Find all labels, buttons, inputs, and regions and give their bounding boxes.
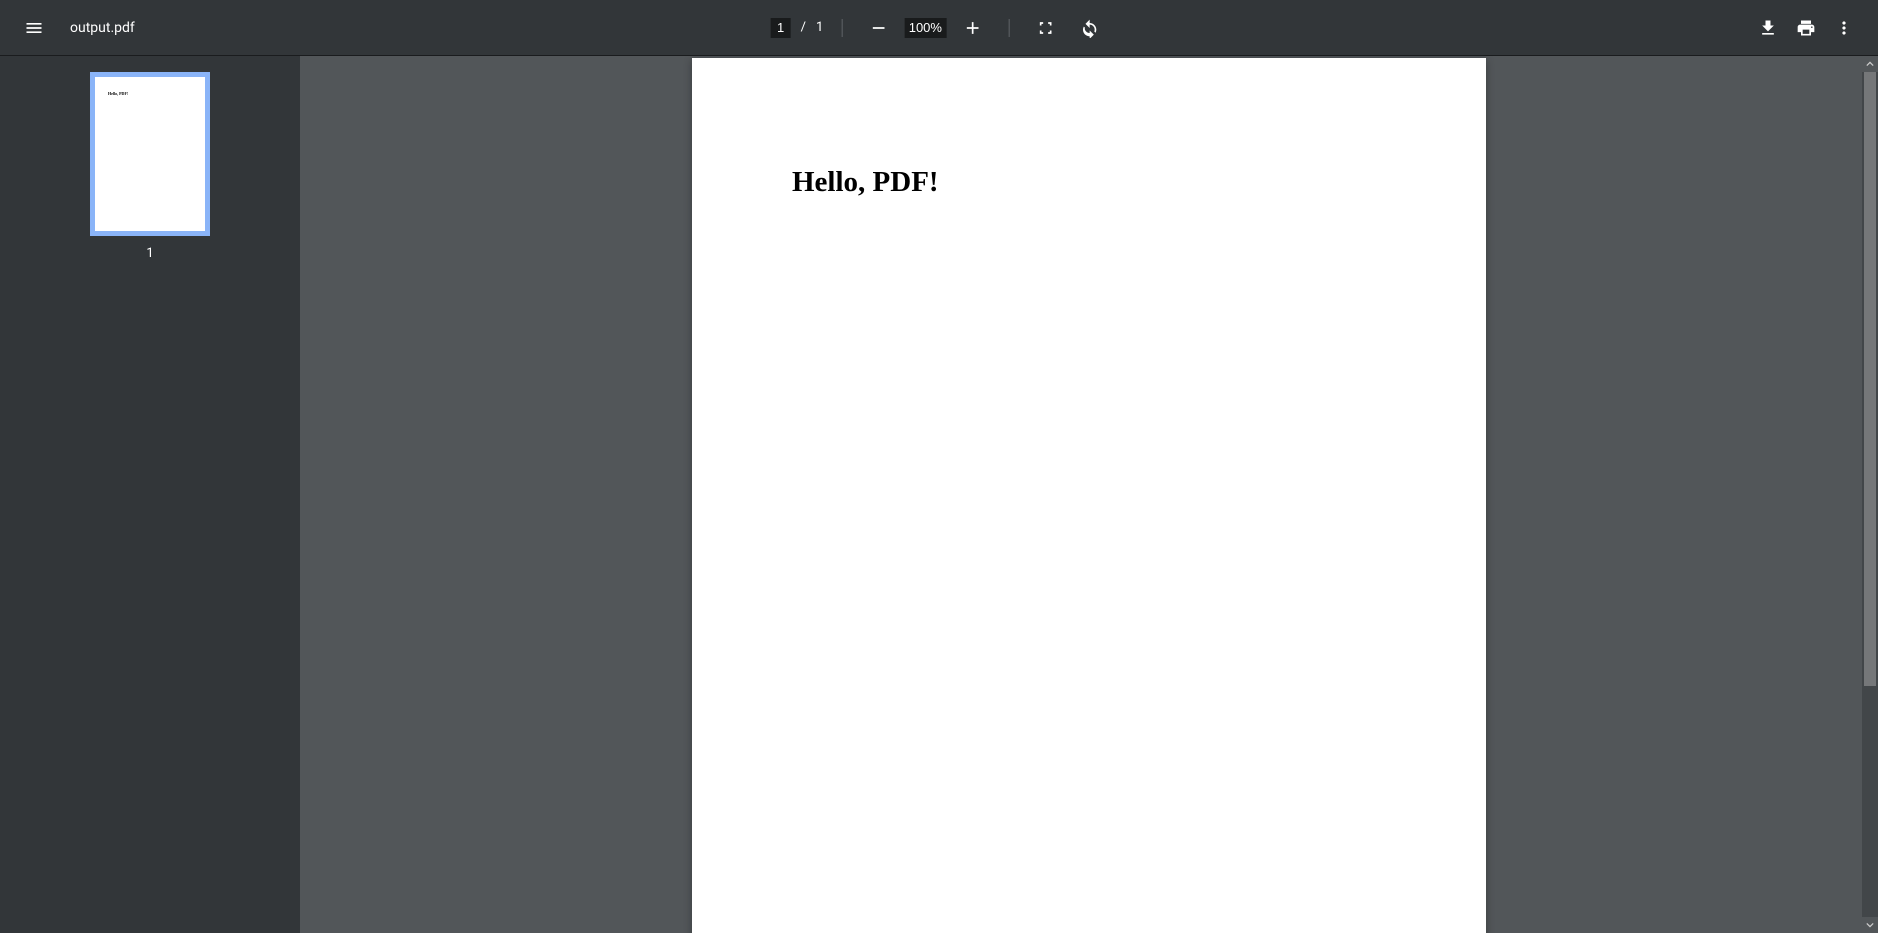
thumbnail-number: 1 bbox=[146, 246, 153, 261]
toolbar-center: / 1 bbox=[771, 10, 1108, 46]
more-options-button[interactable] bbox=[1826, 10, 1862, 46]
vertical-scrollbar[interactable] bbox=[1862, 56, 1878, 933]
thumbnail-preview: Hello, PDF! bbox=[90, 72, 210, 236]
zoom-in-button[interactable] bbox=[954, 10, 990, 46]
more-vert-icon bbox=[1834, 18, 1854, 38]
page-total-label: 1 bbox=[816, 20, 823, 35]
minus-icon bbox=[868, 18, 888, 38]
toolbar-left: output.pdf bbox=[16, 10, 135, 46]
page-text-content: Hello, PDF! bbox=[792, 166, 939, 199]
rotate-icon bbox=[1079, 18, 1099, 38]
pdf-page: Hello, PDF! bbox=[692, 58, 1486, 933]
thumbnail-preview-text: Hello, PDF! bbox=[108, 91, 128, 96]
download-button[interactable] bbox=[1750, 10, 1786, 46]
page-separator: / bbox=[801, 20, 806, 35]
fit-page-button[interactable] bbox=[1027, 10, 1063, 46]
pdf-toolbar: output.pdf / 1 bbox=[0, 0, 1878, 56]
print-icon bbox=[1796, 18, 1816, 38]
chevron-up-icon bbox=[1866, 60, 1874, 68]
filename-label: output.pdf bbox=[70, 20, 135, 36]
scrollbar-thumb[interactable] bbox=[1864, 72, 1876, 686]
toolbar-divider bbox=[841, 19, 842, 37]
content-area: Hello, PDF! 1 Hello, PDF! bbox=[0, 56, 1878, 933]
menu-button[interactable] bbox=[16, 10, 52, 46]
print-button[interactable] bbox=[1788, 10, 1824, 46]
chevron-down-icon bbox=[1866, 921, 1874, 929]
page-number-input[interactable] bbox=[771, 18, 791, 38]
toolbar-divider bbox=[1008, 19, 1009, 37]
scroll-down-button[interactable] bbox=[1862, 917, 1878, 933]
download-icon bbox=[1758, 18, 1778, 38]
hamburger-icon bbox=[24, 18, 44, 38]
rotate-button[interactable] bbox=[1071, 10, 1107, 46]
zoom-out-button[interactable] bbox=[860, 10, 896, 46]
thumbnail-item[interactable]: Hello, PDF! 1 bbox=[90, 72, 210, 261]
thumbnail-sidebar: Hello, PDF! 1 bbox=[0, 56, 300, 933]
scroll-up-button[interactable] bbox=[1862, 56, 1878, 72]
zoom-level-input[interactable] bbox=[904, 18, 946, 38]
toolbar-right bbox=[1750, 10, 1862, 46]
main-viewer[interactable]: Hello, PDF! bbox=[300, 56, 1878, 933]
plus-icon bbox=[962, 18, 982, 38]
fit-to-page-icon bbox=[1035, 18, 1055, 38]
